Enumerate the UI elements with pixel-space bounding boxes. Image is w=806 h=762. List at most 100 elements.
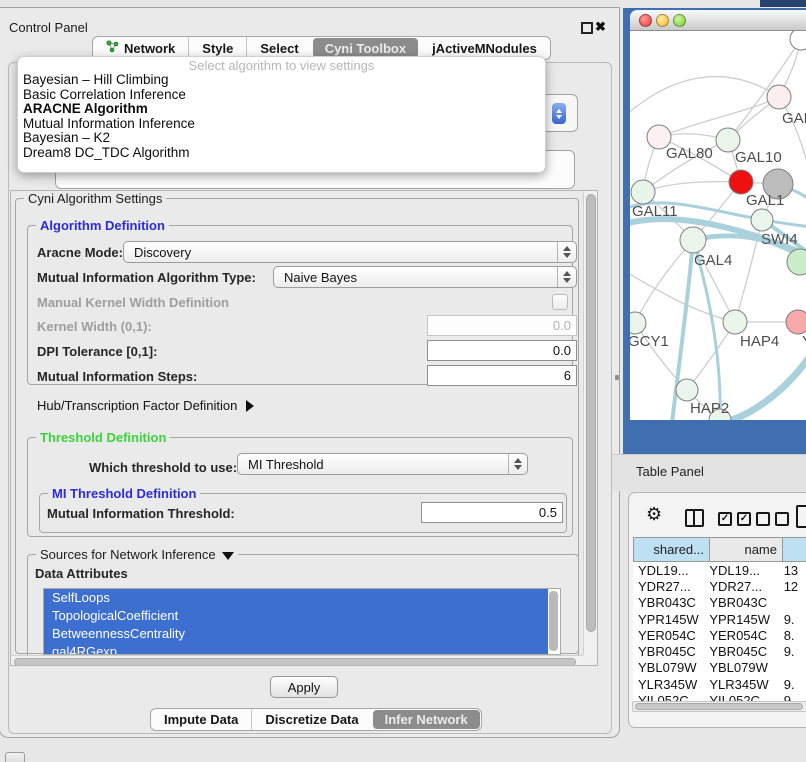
algorithm-option[interactable]: Basic Correlation Inference [18, 88, 545, 103]
algorithm-definition-title: Algorithm Definition [36, 218, 169, 233]
settings-vertical-scrollbar[interactable] [583, 191, 598, 655]
table-body: YDL19...YDL19...13YDR27...YDR27...12YBR0… [633, 562, 806, 701]
deselect-checkboxes-icon[interactable] [756, 512, 789, 526]
table-cell: YBL079W [708, 660, 779, 675]
network-node[interactable] [786, 310, 806, 334]
kernel-width-label: Kernel Width (0,1): [37, 319, 152, 334]
stepper-icon[interactable] [557, 267, 576, 287]
data-attributes-label: Data Attributes [35, 566, 128, 581]
aracne-mode-value: Discovery [124, 245, 557, 260]
table-cell: YDL19... [633, 563, 708, 578]
table-cell: YDR27... [708, 579, 779, 594]
sources-group-title[interactable]: Sources for Network Inference [36, 547, 238, 562]
algorithm-option[interactable]: Dream8 DC_TDC Algorithm [18, 146, 545, 161]
document-icon[interactable] [796, 505, 806, 528]
tab-impute-data[interactable]: Impute Data [151, 709, 251, 730]
combobox-stepper-icon[interactable] [552, 103, 566, 124]
table-row[interactable]: YBR043CYBR043C [633, 595, 806, 611]
mi-threshold-input[interactable]: 0.5 [421, 502, 563, 523]
attribute-item[interactable]: gal4RGexp [44, 643, 548, 655]
zoom-traffic-light-icon[interactable] [673, 14, 686, 27]
select-checkboxes-icon[interactable]: ✓✓ [718, 512, 751, 526]
table-row[interactable]: YBR045CYBR045C9. [633, 643, 806, 659]
column-header-name[interactable]: name [710, 537, 783, 562]
table-scrollbar-thumb[interactable] [635, 703, 803, 710]
tab-label: jActiveMNodules [432, 41, 537, 56]
hub-definition-label: Hub/Transcription Factor Definition [37, 398, 237, 413]
dpi-tolerance-input[interactable]: 0.0 [427, 340, 577, 361]
kernel-width-input[interactable]: 0.0 [427, 315, 577, 336]
network-node[interactable] [729, 170, 753, 194]
which-threshold-value: MI Threshold [238, 457, 508, 472]
network-node[interactable] [680, 227, 706, 253]
network-node[interactable] [790, 31, 806, 50]
table-row[interactable]: YLR345WYLR345W9. [633, 676, 806, 692]
attribute-item[interactable]: SelfLoops [44, 589, 548, 607]
horizontal-scrollbar-thumb[interactable] [14, 658, 576, 666]
mi-steps-input[interactable]: 6 [427, 365, 577, 386]
algorithm-combobox-partial[interactable] [546, 94, 578, 132]
table-row[interactable]: YBL079WYBL079W [633, 660, 806, 676]
algorithm-option[interactable]: Mutual Information Inference [18, 117, 545, 132]
vertical-scrollbar-thumb[interactable] [586, 194, 596, 632]
network-node[interactable] [676, 379, 698, 401]
tab-infer-network[interactable]: Infer Network [373, 710, 480, 729]
table-header-row: shared...name [633, 537, 806, 562]
network-node[interactable] [767, 85, 791, 109]
tab-discretize-data[interactable]: Discretize Data [251, 709, 371, 730]
table-cell: 13 [780, 563, 806, 578]
node-label: GAL11 [632, 203, 678, 220]
manual-kernel-width-checkbox[interactable] [552, 294, 568, 310]
column-header-shared...[interactable]: shared... [633, 537, 710, 562]
network-node[interactable] [630, 312, 646, 334]
table-cell: YDR27... [633, 579, 708, 594]
tab-label: Select [260, 41, 298, 56]
settings-gear-icon[interactable]: ⚙ [646, 505, 662, 523]
collapsed-panel-button[interactable] [5, 752, 25, 762]
hub-definition-toggle[interactable]: Hub/Transcription Factor Definition [37, 398, 254, 413]
network-graph: GALGAL80GAL10GAL1GAL11SWI4GAL4GCY1HAP4YH… [630, 31, 806, 420]
settings-horizontal-scrollbar[interactable] [11, 655, 583, 666]
network-node[interactable] [631, 180, 655, 204]
aracne-mode-combobox[interactable]: Discovery [123, 241, 577, 263]
algorithm-option[interactable]: Bayesian – Hill Climbing [18, 73, 545, 88]
apply-button[interactable]: Apply [270, 676, 338, 698]
close-traffic-light-icon[interactable] [639, 14, 652, 27]
panel-divider-handle[interactable] [615, 375, 619, 380]
node-label: GAL10 [735, 149, 782, 166]
algorithm-dropdown-placeholder: Select algorithm to view settings [18, 57, 545, 73]
column-header-partial[interactable] [783, 537, 806, 562]
table-row[interactable]: YIL052CYIL052C9 [633, 692, 806, 701]
table-row[interactable]: YPR145WYPR145W9. [633, 611, 806, 627]
network-node[interactable] [723, 310, 747, 334]
network-node[interactable] [787, 249, 806, 275]
algorithm-option[interactable]: Bayesian – K2 [18, 131, 545, 146]
float-window-icon[interactable] [581, 22, 593, 34]
table-row[interactable]: YDL19...YDL19...13 [633, 562, 806, 578]
stepper-icon[interactable] [557, 242, 576, 262]
list-scrollbar-thumb[interactable] [549, 591, 558, 651]
network-node[interactable] [751, 209, 773, 231]
dpi-tolerance-value: 0.0 [553, 343, 571, 358]
stepper-icon[interactable] [508, 454, 527, 474]
which-threshold-combobox[interactable]: MI Threshold [237, 453, 528, 475]
which-threshold-label: Which threshold to use: [89, 460, 237, 475]
node-label: GCY1 [630, 333, 669, 350]
minimize-traffic-light-icon[interactable] [656, 14, 669, 27]
data-attributes-list[interactable]: SelfLoopsTopologicalCoefficientBetweenne… [43, 588, 561, 655]
mi-threshold-group-title: MI Threshold Definition [48, 486, 200, 501]
table-row[interactable]: YER054CYER054C8. [633, 627, 806, 643]
algorithm-option[interactable]: ARACNE Algorithm [18, 102, 545, 117]
close-panel-icon[interactable]: ✖ [595, 19, 606, 35]
mi-algorithm-type-combobox[interactable]: Naive Bayes [273, 266, 577, 288]
network-window-titlebar[interactable] [630, 10, 806, 31]
table-row[interactable]: YDR27...YDR27...12 [633, 578, 806, 594]
attribute-item[interactable]: BetweennessCentrality [44, 625, 548, 643]
network-canvas[interactable]: GALGAL80GAL10GAL1GAL11SWI4GAL4GCY1HAP4YH… [630, 31, 806, 420]
table-horizontal-scrollbar[interactable] [632, 701, 806, 712]
table-cell: YDL19... [708, 563, 779, 578]
tab-cyni-toolbox[interactable]: Cyni Toolbox [313, 38, 418, 58]
split-columns-icon[interactable] [685, 509, 704, 527]
attribute-item[interactable]: TopologicalCoefficient [44, 607, 548, 625]
tab-label: Discretize Data [265, 712, 358, 727]
